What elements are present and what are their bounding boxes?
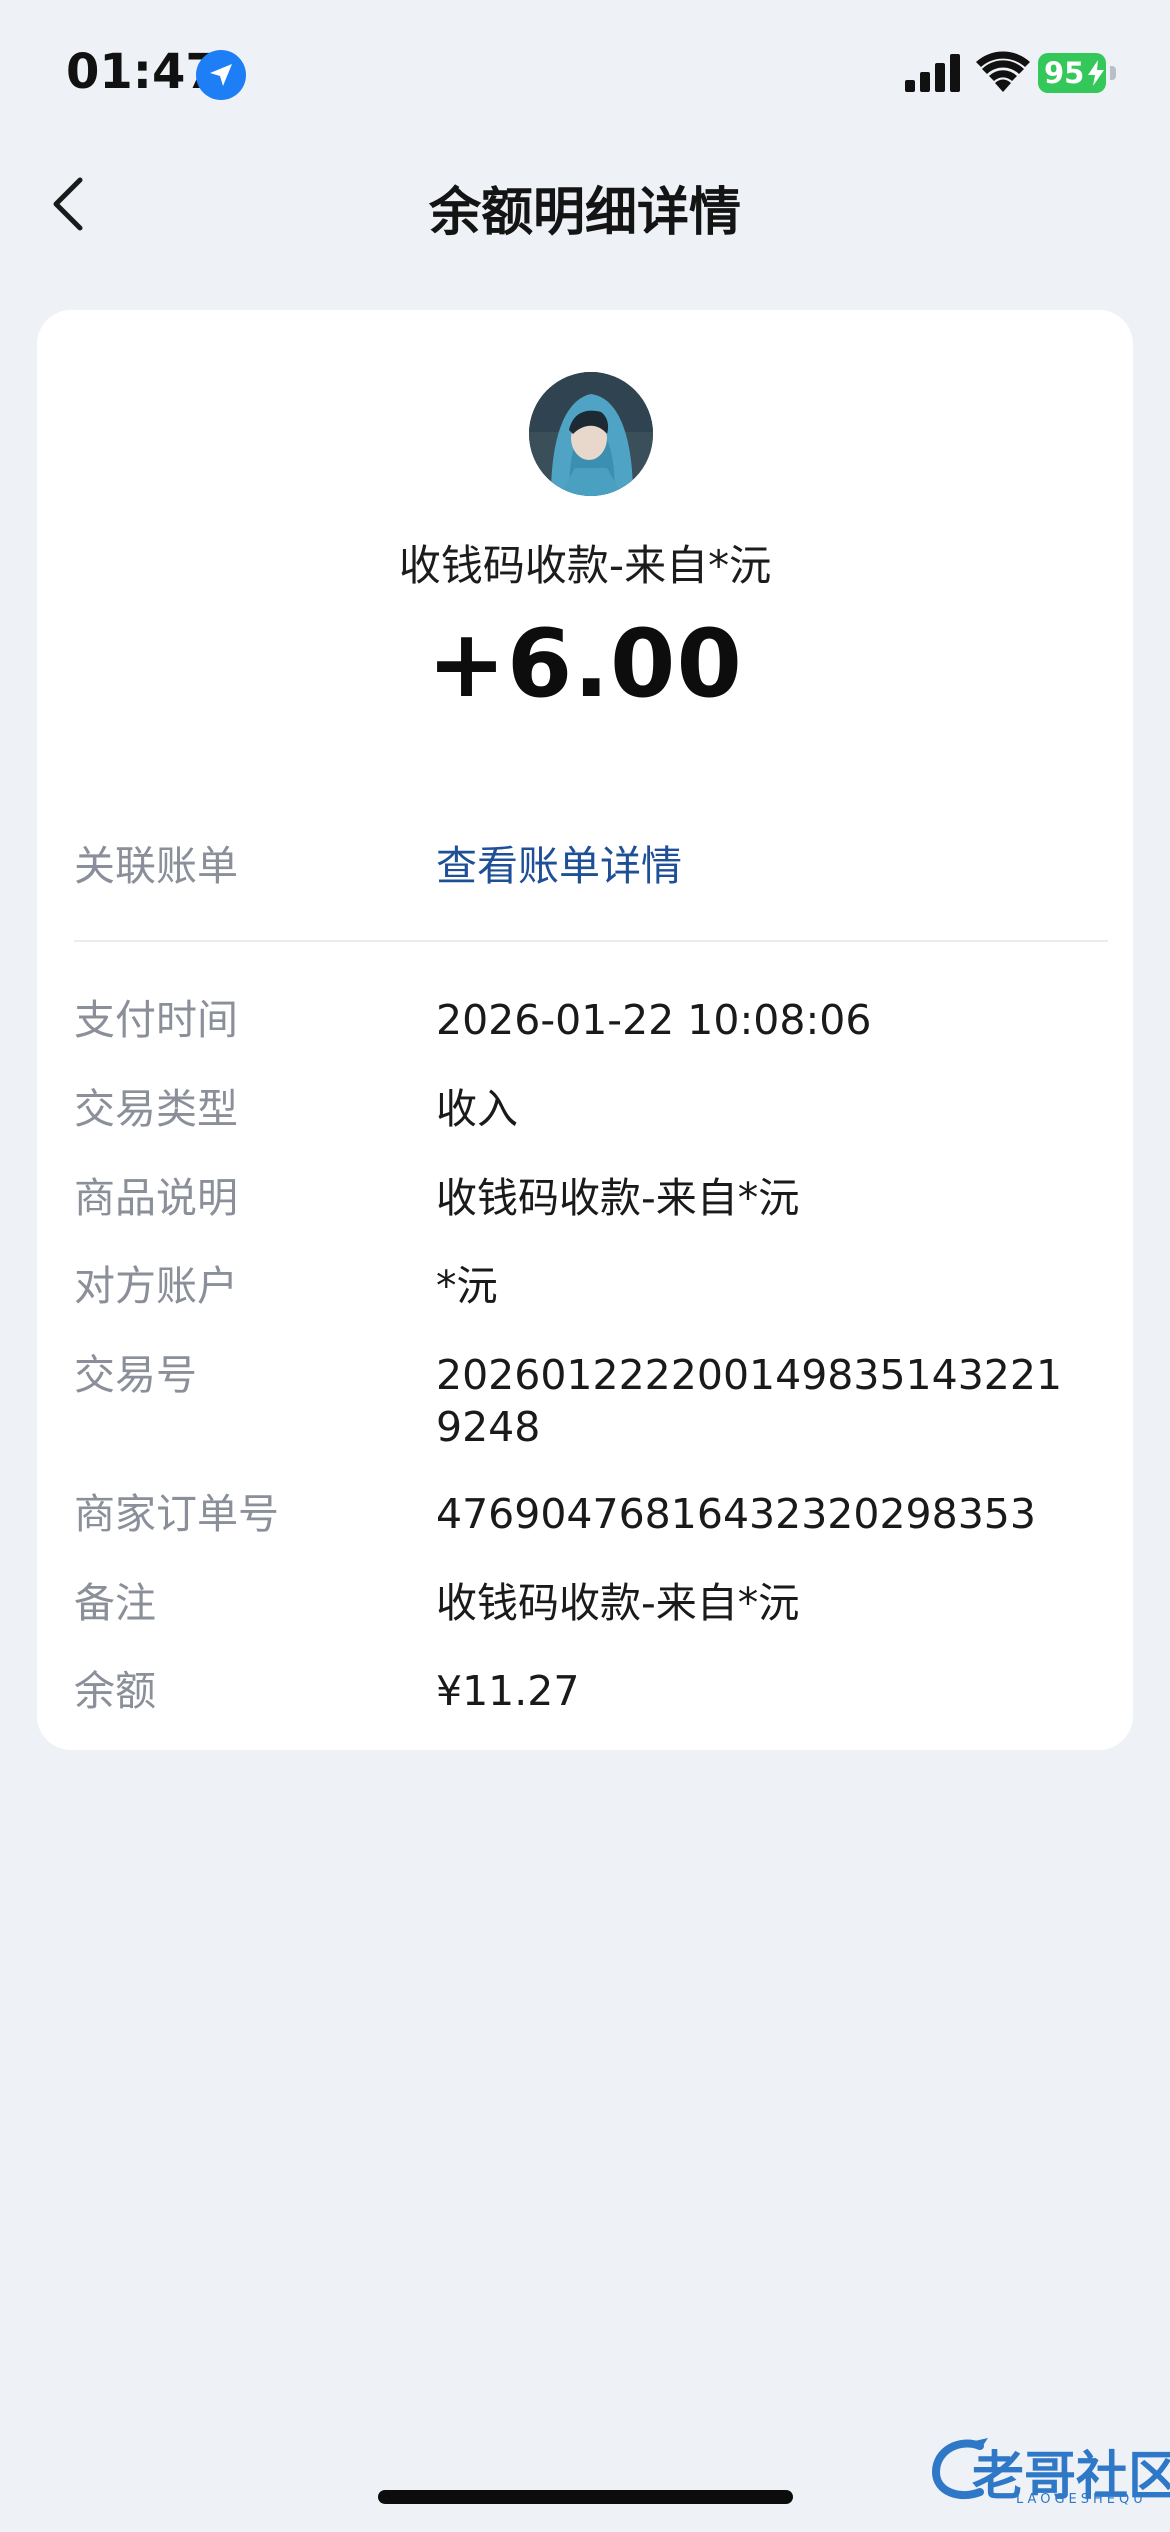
- detail-value: 2026-01-22 10:08:06: [436, 996, 872, 1044]
- detail-value: 收入: [436, 1085, 518, 1133]
- detail-label: 商家订单号: [74, 1490, 279, 1538]
- status-bar: 01:47 95: [0, 0, 1170, 140]
- detail-label: 交易类型: [74, 1085, 238, 1133]
- page-title: 余额明细详情: [428, 183, 741, 243]
- detail-value: *沅: [436, 1262, 498, 1310]
- watermark-logo: 老哥社区 LAOGESHEQU: [930, 2430, 1170, 2510]
- battery-percent: 95: [1044, 56, 1085, 90]
- merchant-title: 收钱码收款-来自*沅: [398, 541, 772, 590]
- battery-tip: [1110, 66, 1116, 80]
- detail-value: 2026012222001498351432219248: [436, 1351, 1063, 1451]
- detail-value: 收钱码收款-来自*沅: [436, 1174, 800, 1222]
- linked-bill-label: 关联账单: [74, 842, 238, 890]
- detail-value: 收钱码收款-来自*沅: [436, 1579, 800, 1627]
- charging-bolt-icon: [1088, 60, 1104, 86]
- detail-label: 支付时间: [74, 996, 238, 1044]
- transaction-amount: +6.00: [427, 610, 743, 719]
- cellular-signal-icon: [905, 54, 961, 92]
- battery-icon: 95: [1038, 53, 1116, 93]
- detail-value: 47690476816432320298353: [436, 1490, 1036, 1538]
- divider: [74, 940, 1108, 942]
- wifi-icon: [976, 50, 1030, 92]
- location-arrow-icon: [196, 50, 246, 100]
- watermark-subtext: LAOGESHEQU: [1016, 2492, 1147, 2507]
- detail-label: 交易号: [74, 1351, 197, 1399]
- nav-bar: 余额明细详情: [0, 140, 1170, 270]
- detail-label: 对方账户: [74, 1262, 238, 1310]
- detail-value: ¥11.27: [436, 1667, 580, 1715]
- detail-label: 备注: [74, 1579, 156, 1627]
- avatar-image: [529, 372, 653, 496]
- transaction-detail-card: 收钱码收款-来自*沅 +6.00 关联账单 查看账单详情 支付时间 2026-0…: [37, 310, 1133, 1750]
- detail-label: 商品说明: [74, 1174, 238, 1222]
- detail-label: 余额: [74, 1667, 156, 1715]
- view-bill-details-link[interactable]: 查看账单详情: [436, 840, 1166, 892]
- home-indicator[interactable]: [378, 2490, 793, 2504]
- avatar: [529, 372, 653, 496]
